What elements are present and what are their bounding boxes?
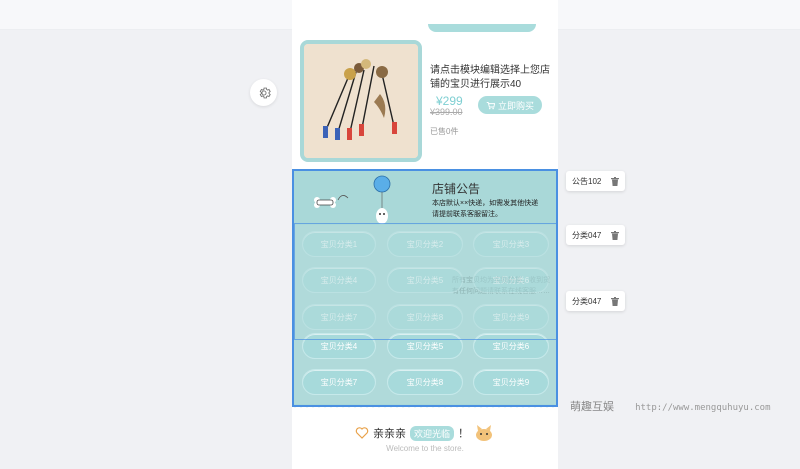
welcome-banner[interactable]: 亲亲亲 欢迎光临 ！ Welcome to the store. <box>292 418 558 458</box>
category-button[interactable]: 宝贝分类1 <box>302 231 376 257</box>
category-button[interactable]: 宝贝分类4 <box>302 267 376 293</box>
category-button[interactable]: 宝贝分类9 <box>473 369 549 395</box>
product-price: ¥299 <box>436 94 463 108</box>
settings-gear-icon[interactable] <box>250 79 277 106</box>
module-chip-label: 分类047 <box>572 230 602 240</box>
welcome-tag: 欢迎光临 <box>409 425 454 441</box>
category-button[interactable]: 宝贝分类6 <box>473 267 549 293</box>
cart-icon <box>486 101 495 109</box>
category-button[interactable]: 宝贝分类2 <box>387 231 463 257</box>
cat-mascot-icon <box>476 425 492 441</box>
buy-now-label: 立即购买 <box>497 100 534 111</box>
category-button[interactable]: 宝贝分类7 <box>302 304 376 330</box>
notice-title: 店铺公告 <box>432 182 481 196</box>
trash-icon[interactable] <box>611 230 620 240</box>
buy-now-button[interactable]: 立即购买 <box>478 96 542 114</box>
trash-icon[interactable] <box>611 176 620 186</box>
module-chip-notice[interactable]: 公告102 <box>566 171 626 191</box>
module-chip-category[interactable]: 分类047 <box>566 225 626 245</box>
category-button[interactable]: 宝贝分类4 <box>302 333 376 359</box>
sold-count: 已售0件 <box>430 127 459 136</box>
notice-decoration-illustration <box>314 175 391 224</box>
welcome-text-left: 亲亲亲 <box>372 428 406 440</box>
category-button[interactable]: 宝贝分类8 <box>387 369 463 395</box>
module-chip-category-drag[interactable]: 分类047 <box>566 291 626 311</box>
module-chip-label: 公告102 <box>572 176 602 186</box>
category-button[interactable]: 宝贝分类7 <box>302 369 376 395</box>
category-module[interactable]: 所有宝贝均为实物拍摄，收到货有任何问题请联系在线客服…… 宝贝分类1宝贝分类2宝… <box>292 225 558 405</box>
category-button[interactable]: 宝贝分类3 <box>473 231 549 257</box>
product-original-price: ¥399.00 <box>430 107 463 117</box>
watermark-url: http://www.mengquhuyu.com <box>635 403 771 413</box>
product-title: 请点击模块编辑选择上您店铺的宝贝进行展示40 <box>430 65 550 90</box>
category-button[interactable]: 宝贝分类5 <box>387 267 463 293</box>
notice-text: 本店默认××快递，如需发其他快递请提前联系客服留注。 <box>432 200 539 218</box>
welcome-text-right: ！ <box>458 428 469 440</box>
previous-buy-button-edge <box>428 24 536 32</box>
category-button[interactable]: 宝贝分类6 <box>473 333 549 359</box>
category-button[interactable]: 宝贝分类5 <box>387 333 463 359</box>
welcome-subtitle: Welcome to the store. <box>386 444 464 453</box>
product-image <box>300 40 422 162</box>
store-preview: 请点击模块编辑选择上您店铺的宝贝进行展示40 ¥299 ¥399.00 立即购买… <box>292 0 558 469</box>
store-notice-module[interactable]: 店铺公告 本店默认××快递，如需发其他快递请提前联系客服留注。 <box>292 170 558 230</box>
scallop-divider <box>292 404 558 410</box>
product-card[interactable]: 请点击模块编辑选择上您店铺的宝贝进行展示40 ¥299 ¥399.00 立即购买… <box>300 40 552 162</box>
watermark: 萌趣互娱 http://www.mengquhuyu.com <box>570 398 771 414</box>
heart-icon <box>355 427 369 439</box>
category-button[interactable]: 宝贝分类9 <box>473 304 549 330</box>
module-chip-label: 分类047 <box>572 296 602 306</box>
trash-icon[interactable] <box>611 296 620 306</box>
watermark-brand: 萌趣互娱 <box>570 401 614 413</box>
category-button[interactable]: 宝贝分类8 <box>387 304 463 330</box>
